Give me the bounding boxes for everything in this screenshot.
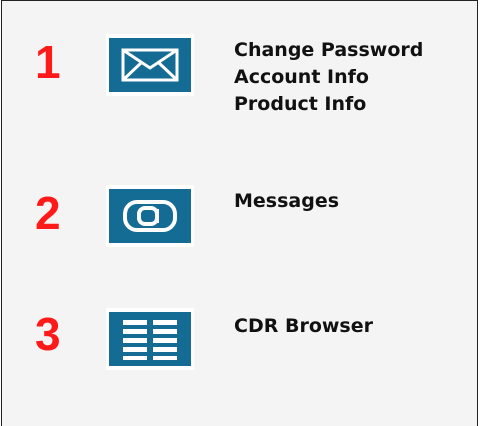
list-icon-button[interactable] (106, 308, 194, 370)
section-1-links: Change Password Account Info Product Inf… (234, 37, 423, 118)
list-icon (109, 312, 191, 366)
step-number-3: 3 (35, 308, 61, 360)
at-sign-icon-button[interactable] (106, 185, 194, 247)
envelope-icon-button[interactable] (106, 34, 194, 96)
section-2-links: Messages (234, 188, 339, 215)
account-info-link[interactable]: Account Info (234, 64, 423, 91)
menu-panel: 1 Change Password Account Info Product I… (1, 0, 478, 426)
change-password-link[interactable]: Change Password (234, 37, 423, 64)
envelope-icon (109, 38, 191, 92)
at-sign-icon (109, 189, 191, 243)
step-number-1: 1 (35, 36, 61, 88)
section-3-links: CDR Browser (234, 313, 373, 340)
product-info-link[interactable]: Product Info (234, 91, 423, 118)
step-number-2: 2 (35, 187, 61, 239)
messages-link[interactable]: Messages (234, 188, 339, 215)
cdr-browser-link[interactable]: CDR Browser (234, 313, 373, 340)
